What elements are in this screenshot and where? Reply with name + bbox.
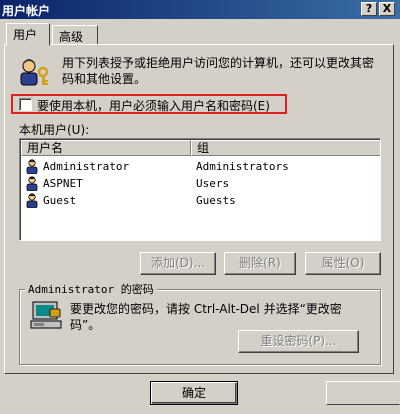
users-list-label: 本机用户(U):: [19, 123, 90, 137]
table-row[interactable]: ASPNET Users: [24, 176, 374, 193]
table-row[interactable]: Administrator Administrators: [24, 159, 374, 176]
row-group: Guests: [196, 194, 236, 207]
tab-users-label: 用户: [13, 28, 38, 42]
row-username: Administrator: [43, 160, 130, 173]
properties-button[interactable]: 属性(O): [305, 252, 381, 275]
require-login-checkbox[interactable]: [19, 98, 32, 111]
user-icon: [25, 193, 40, 209]
window-title: 用户帐户: [2, 4, 51, 18]
user-icon: [25, 176, 40, 192]
tab-users[interactable]: 用户: [6, 23, 50, 46]
add-user-button[interactable]: 添加(D)...: [140, 252, 216, 275]
column-header-username-label: 用户名: [27, 141, 64, 155]
user-icon: [25, 159, 40, 175]
table-row[interactable]: Guest Guests: [24, 193, 374, 210]
users-keys-icon: [18, 58, 52, 88]
row-username: ASPNET: [43, 177, 83, 190]
intro-text: 用下列表授予或拒绝用户访问您的计算机，还可以更改其密码和其他设置。: [62, 56, 375, 86]
column-header-group-label: 组: [197, 141, 210, 155]
row-group: Administrators: [196, 160, 289, 173]
row-group: Users: [196, 177, 230, 190]
close-button[interactable]: X: [379, 2, 395, 16]
ok-button[interactable]: 确定: [150, 381, 238, 405]
password-group-title: Administrator 的密码: [25, 281, 157, 297]
cancel-button-partial[interactable]: [326, 381, 400, 405]
row-username: Guest: [43, 194, 77, 207]
help-button[interactable]: ?: [361, 2, 377, 16]
reset-password-button[interactable]: 重设密码(P)...: [238, 330, 359, 353]
require-login-label[interactable]: 要使用本机，用户必须输入用户名和密码(E): [37, 97, 270, 114]
tab-advanced[interactable]: 高级: [52, 25, 98, 45]
computer-icon: [30, 300, 64, 330]
title-bar: 用户帐户 ? X: [0, 0, 400, 19]
remove-user-button[interactable]: 删除(R): [224, 252, 296, 275]
password-instructions: 要更改您的密码，请按 Ctrl-Alt-Del 并选择“更改密码”。: [70, 302, 342, 332]
tab-advanced-label: 高级: [59, 30, 84, 44]
column-header-group[interactable]: 组: [191, 140, 380, 156]
column-header-username[interactable]: 用户名: [21, 140, 191, 156]
users-list[interactable]: 用户名 组 Administrator Administrators ASPNE…: [19, 138, 381, 241]
